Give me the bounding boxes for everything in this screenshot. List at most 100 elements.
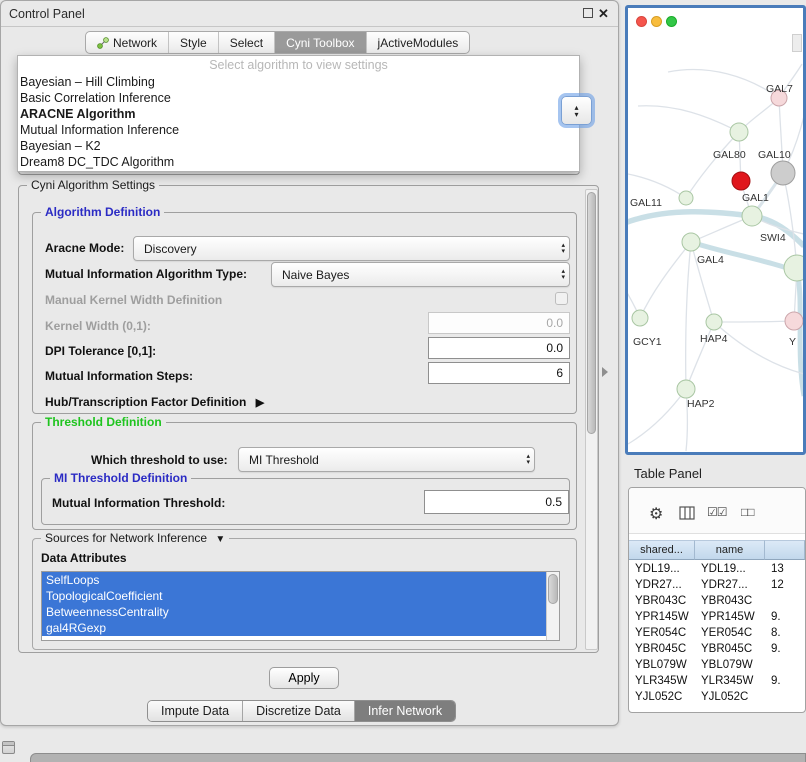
- list-item[interactable]: gal4RGexp: [42, 620, 546, 636]
- field-value: 6: [556, 366, 563, 380]
- cell: YER054C: [695, 625, 765, 641]
- mi-type-combo[interactable]: Naive Bayes ▴▾: [271, 262, 570, 287]
- table-row[interactable]: YBL079WYBL079W: [629, 657, 805, 673]
- list-scrollbar[interactable]: [546, 572, 559, 640]
- bottom-tab-impute-data[interactable]: Impute Data: [148, 701, 242, 721]
- cell: 9.: [765, 641, 805, 657]
- tab-jactivemodules[interactable]: jActiveModules: [366, 32, 470, 53]
- window-close-button[interactable]: [636, 16, 647, 27]
- algorithm-combo-button[interactable]: ▴ ▾: [561, 96, 592, 125]
- splitter-arrow-icon[interactable]: [602, 367, 608, 377]
- combo-value: MI Threshold: [249, 453, 319, 467]
- mini-panel-icon[interactable]: [2, 741, 15, 754]
- aracne-mode-combo[interactable]: Discovery ▴▾: [133, 236, 570, 261]
- table-row[interactable]: YDR27...YDR27...12: [629, 577, 805, 593]
- down-arrow-icon: ▾: [526, 460, 530, 466]
- dropdown-placeholder: Select algorithm to view settings: [18, 57, 579, 74]
- bottom-tab-infer-network[interactable]: Infer Network: [354, 701, 455, 721]
- table-row[interactable]: YPR145WYPR145W9.: [629, 609, 805, 625]
- cell: YDL19...: [629, 561, 695, 577]
- sources-title: Sources for Network Inference: [45, 531, 207, 545]
- sources-toggle[interactable]: Sources for Network Inference ▼: [41, 531, 229, 545]
- attributes-list[interactable]: SelfLoops TopologicalCoefficient Between…: [41, 571, 560, 641]
- tab-style[interactable]: Style: [168, 32, 218, 53]
- network-node[interactable]: [706, 314, 722, 330]
- network-node[interactable]: [732, 172, 750, 190]
- network-node[interactable]: [785, 312, 803, 330]
- mi-threshold-field[interactable]: 0.5: [424, 490, 569, 514]
- dropdown-item-selected[interactable]: ARACNE Algorithm: [18, 106, 579, 122]
- close-panel-icon[interactable]: ✕: [598, 7, 609, 20]
- kernel-width-field[interactable]: 0.0: [428, 312, 570, 334]
- network-node[interactable]: [784, 255, 803, 281]
- gear-icon[interactable]: ⚙: [649, 504, 663, 524]
- dropdown-item[interactable]: Bayesian – K2: [18, 138, 579, 154]
- which-threshold-combo[interactable]: MI Threshold ▴▾: [238, 447, 535, 472]
- cell: YPR145W: [629, 609, 695, 625]
- mi-threshold-label: Mutual Information Threshold:: [52, 496, 225, 510]
- tab-cyni-toolbox[interactable]: Cyni Toolbox: [274, 32, 365, 53]
- network-node-label: SWI4: [760, 232, 786, 244]
- bottom-tab-discretize-data[interactable]: Discretize Data: [242, 701, 354, 721]
- dropdown-item[interactable]: Basic Correlation Inference: [18, 90, 579, 106]
- list-scrollbar-thumb[interactable]: [548, 574, 558, 604]
- table-row[interactable]: YBR045CYBR045C9.: [629, 641, 805, 657]
- mi-steps-field[interactable]: 6: [428, 362, 570, 384]
- network-node[interactable]: [679, 191, 693, 205]
- dropdown-item[interactable]: Bayesian – Hill Climbing: [18, 74, 579, 90]
- network-node-label: Y: [789, 336, 796, 348]
- header-cell[interactable]: shared...: [629, 540, 695, 560]
- manual-kernel-label: Manual Kernel Width Definition: [45, 293, 222, 307]
- dropdown-item[interactable]: Mutual Information Inference: [18, 122, 579, 138]
- list-item[interactable]: TopologicalCoefficient: [42, 588, 546, 604]
- columns-icon[interactable]: [679, 506, 695, 520]
- table-row[interactable]: YDL19...YDL19...13: [629, 561, 805, 577]
- window-zoom-button[interactable]: [666, 16, 677, 27]
- network-node[interactable]: [730, 123, 748, 141]
- network-node[interactable]: [682, 233, 700, 251]
- list-item[interactable]: SelfLoops: [42, 572, 546, 588]
- network-nodes: [632, 90, 803, 398]
- table-row[interactable]: YER054CYER054C8.: [629, 625, 805, 641]
- settings-group-title: Cyni Algorithm Settings: [27, 178, 159, 192]
- algorithm-definition-title: Algorithm Definition: [41, 205, 164, 219]
- mi-type-label: Mutual Information Algorithm Type:: [45, 267, 247, 281]
- combo-updown-icon: ▴▾: [561, 243, 565, 255]
- cell: 12: [765, 577, 805, 593]
- manual-kernel-checkbox[interactable]: [555, 292, 568, 305]
- mi-threshold-group: MI Threshold Definition Mutual Informati…: [41, 478, 570, 525]
- cell: YBR045C: [695, 641, 765, 657]
- list-item[interactable]: BetweennessCentrality: [42, 604, 546, 620]
- table-row[interactable]: YLR345WYLR345W9.: [629, 673, 805, 689]
- header-cell[interactable]: [765, 540, 805, 560]
- network-node[interactable]: [771, 161, 795, 185]
- table-row[interactable]: YJL052CYJL052C: [629, 689, 805, 705]
- tab-select[interactable]: Select: [218, 32, 274, 53]
- network-node[interactable]: [677, 380, 695, 398]
- settings-scrollbar-thumb[interactable]: [587, 192, 596, 434]
- deselect-all-icon[interactable]: □□: [741, 505, 754, 519]
- window-minimize-button[interactable]: [651, 16, 662, 27]
- network-node-label: GAL4: [697, 254, 724, 266]
- hub-section-label: Hub/Transcription Factor Definition: [45, 395, 246, 409]
- bottom-panel-strip[interactable]: [30, 753, 806, 762]
- network-node[interactable]: [632, 310, 648, 326]
- float-panel-icon[interactable]: [583, 8, 593, 18]
- data-attributes-label: Data Attributes: [41, 551, 127, 565]
- table-row[interactable]: YBR043CYBR043C: [629, 593, 805, 609]
- network-view-window[interactable]: GAL7 GAL80 GAL10 GAL11 GAL1 SWI4 GAL4 GC…: [625, 5, 806, 455]
- tab-network[interactable]: Network: [86, 32, 168, 53]
- settings-scrollbar[interactable]: [585, 189, 598, 650]
- box-icon: □: [747, 505, 753, 519]
- network-node-label: GAL10: [758, 149, 791, 161]
- select-all-icon[interactable]: ☑☑: [707, 505, 727, 519]
- header-cell[interactable]: name: [695, 540, 765, 560]
- dpi-tolerance-label: DPI Tolerance [0,1]:: [45, 344, 156, 358]
- dropdown-item[interactable]: Dream8 DC_TDC Algorithm: [18, 154, 579, 170]
- network-node[interactable]: [742, 206, 762, 226]
- dpi-tolerance-field[interactable]: 0.0: [428, 337, 570, 359]
- network-canvas[interactable]: GAL7 GAL80 GAL10 GAL11 GAL1 SWI4 GAL4 GC…: [628, 34, 803, 452]
- network-node-label: GAL80: [713, 149, 746, 161]
- apply-button[interactable]: Apply: [269, 667, 339, 689]
- hub-section-toggle[interactable]: Hub/Transcription Factor Definition ▶: [45, 395, 264, 409]
